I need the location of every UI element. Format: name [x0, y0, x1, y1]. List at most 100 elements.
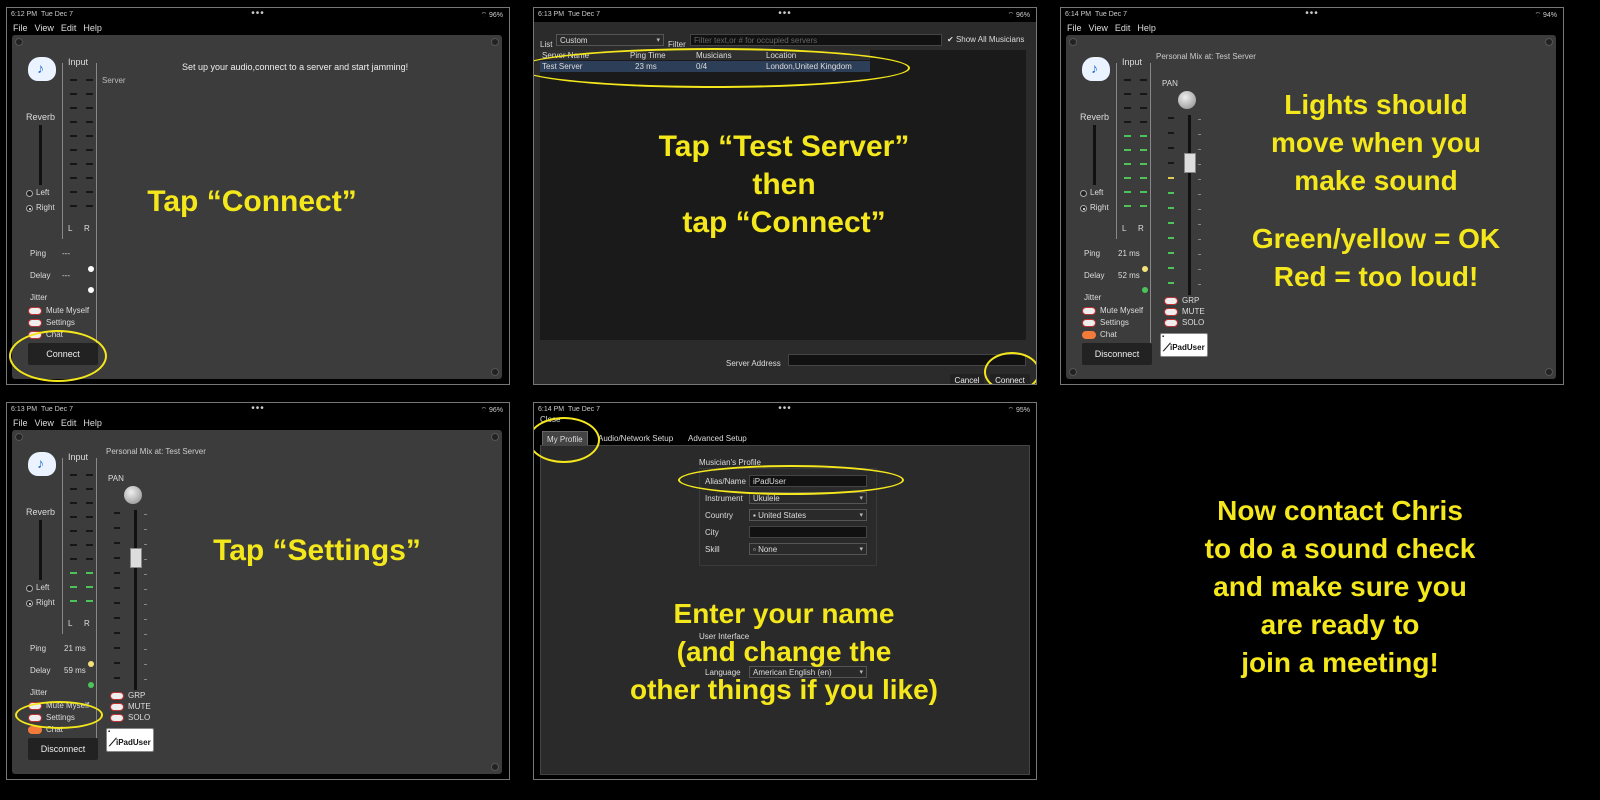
- meter-right-label: R: [84, 224, 90, 233]
- mute-myself-toggle[interactable]: [1082, 307, 1096, 315]
- meter-segment: [70, 488, 77, 490]
- menu-help[interactable]: Help: [83, 418, 102, 428]
- mute-toggle[interactable]: [1164, 308, 1178, 316]
- callout-line: (and change the: [676, 636, 892, 667]
- menu-file[interactable]: File: [13, 418, 28, 428]
- grp-toggle[interactable]: [1164, 297, 1178, 305]
- country-dropdown[interactable]: ▪ United States ▾: [749, 509, 867, 521]
- filter-input[interactable]: Filter text,or # for occupied servers: [690, 34, 942, 46]
- meter-segment: [86, 488, 93, 490]
- chat-toggle[interactable]: [1082, 331, 1096, 339]
- grp-toggle[interactable]: [110, 692, 124, 700]
- jitter-led-icon: [1142, 287, 1148, 293]
- reverb-right-radio[interactable]: [26, 205, 33, 212]
- channel-meter-segment: [114, 527, 120, 529]
- solo-toggle[interactable]: [110, 714, 124, 722]
- menu-help[interactable]: Help: [1137, 23, 1156, 33]
- solo-label: SOLO: [1182, 318, 1205, 327]
- channel-fader-handle[interactable]: [130, 548, 142, 568]
- menu-edit[interactable]: Edit: [61, 418, 77, 428]
- battery-indicator: ⌔ 94%: [1534, 12, 1557, 19]
- meter-segment: [1124, 107, 1131, 109]
- channel-fader-handle[interactable]: [1184, 153, 1196, 173]
- delay-label: Delay: [1084, 271, 1105, 280]
- settings-toggle[interactable]: [1082, 319, 1096, 327]
- status-bar: 6:14 PM Tue Dec 7 ••• ⌔ 94%: [1061, 8, 1563, 22]
- meter-segment: [70, 600, 77, 602]
- status-time: 6:13 PM Tue Dec 7: [11, 406, 74, 413]
- settings-toggle[interactable]: [28, 319, 42, 327]
- reverb-left-label: Left: [1090, 188, 1104, 197]
- multitask-dots[interactable]: •••: [1305, 8, 1319, 19]
- meter-segment: [86, 163, 93, 165]
- meter-segment: [70, 191, 77, 193]
- menu-file[interactable]: File: [1067, 23, 1082, 33]
- status-bar: 6:12 PM Tue Dec 7 ••• ⌔ 96%: [7, 8, 509, 22]
- reverb-left-radio[interactable]: [26, 190, 33, 197]
- reverb-left-radio[interactable]: [1080, 190, 1087, 197]
- status-bar: 6:14 PM Tue Dec 7 ••• ⌔ 95%: [534, 403, 1036, 417]
- channel-meter-segment: [1168, 147, 1174, 149]
- menu-edit[interactable]: Edit: [1115, 23, 1131, 33]
- mute-myself-toggle[interactable]: [28, 307, 42, 315]
- fader-tick: [144, 634, 147, 635]
- personal-mix-title: Personal Mix at: Test Server: [106, 447, 206, 456]
- screw-icon: [491, 368, 499, 376]
- reverb-label: Reverb: [1080, 112, 1110, 122]
- screw-icon: [15, 433, 23, 441]
- multitask-dots[interactable]: •••: [251, 403, 265, 414]
- reverb-left-radio[interactable]: [26, 585, 33, 592]
- cancel-button[interactable]: Cancel: [950, 374, 984, 384]
- callout-line: join a meeting!: [1241, 647, 1439, 678]
- delay-led-icon: [1142, 266, 1148, 272]
- channel-meter-segment: [1168, 162, 1174, 164]
- reverb-slider[interactable]: [39, 125, 42, 185]
- channel-fader-track[interactable]: [134, 510, 137, 690]
- list-dropdown[interactable]: Custom ▾: [556, 34, 664, 46]
- jitter-led-icon: [88, 682, 94, 688]
- disconnect-button[interactable]: Disconnect: [28, 738, 98, 760]
- menu-view[interactable]: View: [1089, 23, 1108, 33]
- ping-value: 21 ms: [1118, 249, 1140, 258]
- screw-icon: [1545, 38, 1553, 46]
- menu-edit[interactable]: Edit: [61, 23, 77, 33]
- delay-led-icon: [88, 661, 94, 667]
- meter-segment: [70, 93, 77, 95]
- multitask-dots[interactable]: •••: [778, 8, 792, 19]
- pan-knob[interactable]: [124, 486, 142, 504]
- status-time: 6:12 PM Tue Dec 7: [11, 11, 74, 18]
- skill-dropdown[interactable]: ▫ None ▾: [749, 543, 867, 555]
- reverb-right-radio[interactable]: [1080, 205, 1087, 212]
- pan-knob[interactable]: [1178, 91, 1196, 109]
- callout-line: are ready to: [1260, 609, 1420, 640]
- multitask-dots[interactable]: •••: [251, 8, 265, 19]
- user-badge: ▪ ⟋ iPadUser: [106, 728, 154, 752]
- disconnect-button[interactable]: Disconnect: [1082, 343, 1152, 365]
- multitask-dots[interactable]: •••: [778, 403, 792, 414]
- menu-view[interactable]: View: [35, 23, 54, 33]
- menu-view[interactable]: View: [35, 418, 54, 428]
- callout-line: to do a sound check: [1204, 533, 1476, 564]
- reverb-right-radio[interactable]: [26, 600, 33, 607]
- mute-toggle[interactable]: [110, 703, 124, 711]
- show-all-checkbox[interactable]: ✔ Show All Musicians: [947, 35, 1024, 44]
- city-input[interactable]: [749, 526, 867, 538]
- tab-audio-network-setup[interactable]: Audio/Network Setup: [594, 431, 677, 446]
- personal-mix-title: Personal Mix at: Test Server: [1156, 52, 1256, 61]
- callout-line: Tap “Test Server”: [658, 130, 910, 163]
- callout-enter-name: Enter your name (and change the other th…: [574, 595, 994, 709]
- reverb-slider[interactable]: [1093, 125, 1096, 185]
- channel-meter-segment: [1168, 267, 1174, 269]
- meter-segment: [1124, 121, 1131, 123]
- channel-fader-track[interactable]: [1188, 115, 1191, 295]
- solo-toggle[interactable]: [1164, 319, 1178, 327]
- channel-meter-segment: [1168, 282, 1174, 284]
- reverb-slider[interactable]: [39, 520, 42, 580]
- status-time: 6:13 PM Tue Dec 7: [538, 11, 601, 18]
- input-label: Input: [1122, 57, 1143, 67]
- channel-meter-segment: [1168, 132, 1174, 134]
- setup-message: Set up your audio,connect to a server an…: [182, 62, 409, 72]
- menu-file[interactable]: File: [13, 23, 28, 33]
- menu-help[interactable]: Help: [83, 23, 102, 33]
- tab-advanced-setup[interactable]: Advanced Setup: [684, 431, 751, 446]
